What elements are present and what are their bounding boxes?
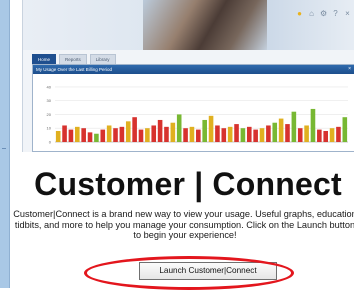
chart-area: 40 30 20 10 0 (33, 74, 354, 150)
tab-reports[interactable]: Reports (59, 54, 87, 64)
usage-bar (342, 117, 348, 142)
y-tick-label: 0 (49, 140, 52, 145)
y-tick-label: 20 (47, 112, 52, 117)
launch-area: Launch Customer|Connect (84, 256, 294, 290)
usage-bar (234, 124, 239, 142)
usage-bar (246, 126, 252, 142)
usage-bar (317, 129, 322, 142)
usage-bar (278, 118, 284, 142)
usage-bar (62, 125, 67, 142)
usage-bar (227, 126, 233, 142)
usage-bar (151, 125, 157, 142)
usage-bar (285, 124, 290, 142)
usage-bar (176, 114, 182, 142)
header-icons: ● ⌂ ⚙ ? × (296, 10, 351, 18)
usage-bar (196, 129, 201, 142)
usage-bar (132, 117, 137, 142)
description-text: Customer|Connect is a brand new way to v… (13, 209, 354, 240)
nav-tabs: Home Reports Library (32, 54, 116, 64)
chart-title: My Usage Over the Last Billing Period (36, 67, 113, 72)
usage-bar (291, 111, 297, 142)
usage-bar (94, 133, 99, 142)
usage-bar (75, 126, 80, 142)
usage-bar (240, 128, 246, 142)
y-tick-label: 10 (47, 126, 52, 131)
usage-bar (323, 130, 328, 142)
usage-bar-chart: 40 30 20 10 0 (47, 84, 348, 145)
usage-bar (81, 128, 86, 142)
usage-bar (100, 129, 106, 142)
left-edge-strip (0, 0, 10, 288)
strip-marker (2, 148, 6, 149)
tab-home[interactable]: Home (32, 54, 57, 64)
banner-photo (143, 0, 267, 50)
usage-bar (208, 115, 214, 142)
usage-bar (202, 119, 207, 142)
usage-bar (253, 129, 258, 142)
usage-bar (329, 128, 335, 142)
usage-bar (55, 130, 61, 142)
usage-bar (164, 126, 169, 142)
usage-bar (157, 119, 163, 142)
usage-chart-panel: My Usage Over the Last Billing Period × … (32, 64, 354, 152)
usage-bar (87, 132, 93, 142)
usage-bar (272, 122, 278, 142)
usage-bar (183, 128, 188, 142)
usage-bar (125, 121, 131, 142)
y-tick-label: 30 (47, 98, 52, 103)
close-icon[interactable]: × (344, 10, 351, 18)
star-icon[interactable]: ● (296, 10, 303, 18)
chart-close-icon[interactable]: × (348, 65, 351, 74)
usage-bar (259, 128, 265, 142)
gear-icon[interactable]: ⚙ (320, 10, 327, 18)
usage-bar (106, 125, 112, 142)
usage-bar (170, 122, 176, 142)
header-banner: ● ⌂ ⚙ ? × (23, 0, 354, 50)
usage-bar (310, 108, 316, 142)
usage-bar (304, 125, 309, 142)
usage-bar (336, 126, 341, 142)
tab-library[interactable]: Library (89, 54, 116, 64)
help-icon[interactable]: ? (332, 10, 339, 18)
usage-bar (215, 125, 220, 142)
y-tick-label: 40 (47, 84, 52, 89)
usage-bar (68, 129, 74, 142)
page-title: Customer | Connect (34, 166, 342, 202)
usage-bar (189, 126, 195, 142)
usage-bar (221, 128, 227, 142)
usage-bar (113, 128, 118, 142)
usage-bar (297, 128, 303, 142)
usage-bar (266, 125, 271, 142)
usage-bar (119, 126, 125, 142)
app-screenshot-panel: ● ⌂ ⚙ ? × Home Reports Library My Usage … (22, 0, 354, 152)
launch-button[interactable]: Launch Customer|Connect (139, 262, 277, 280)
usage-bar (138, 129, 144, 142)
home-icon[interactable]: ⌂ (308, 10, 315, 18)
chart-header: My Usage Over the Last Billing Period × (33, 65, 354, 74)
usage-bar (145, 128, 150, 142)
